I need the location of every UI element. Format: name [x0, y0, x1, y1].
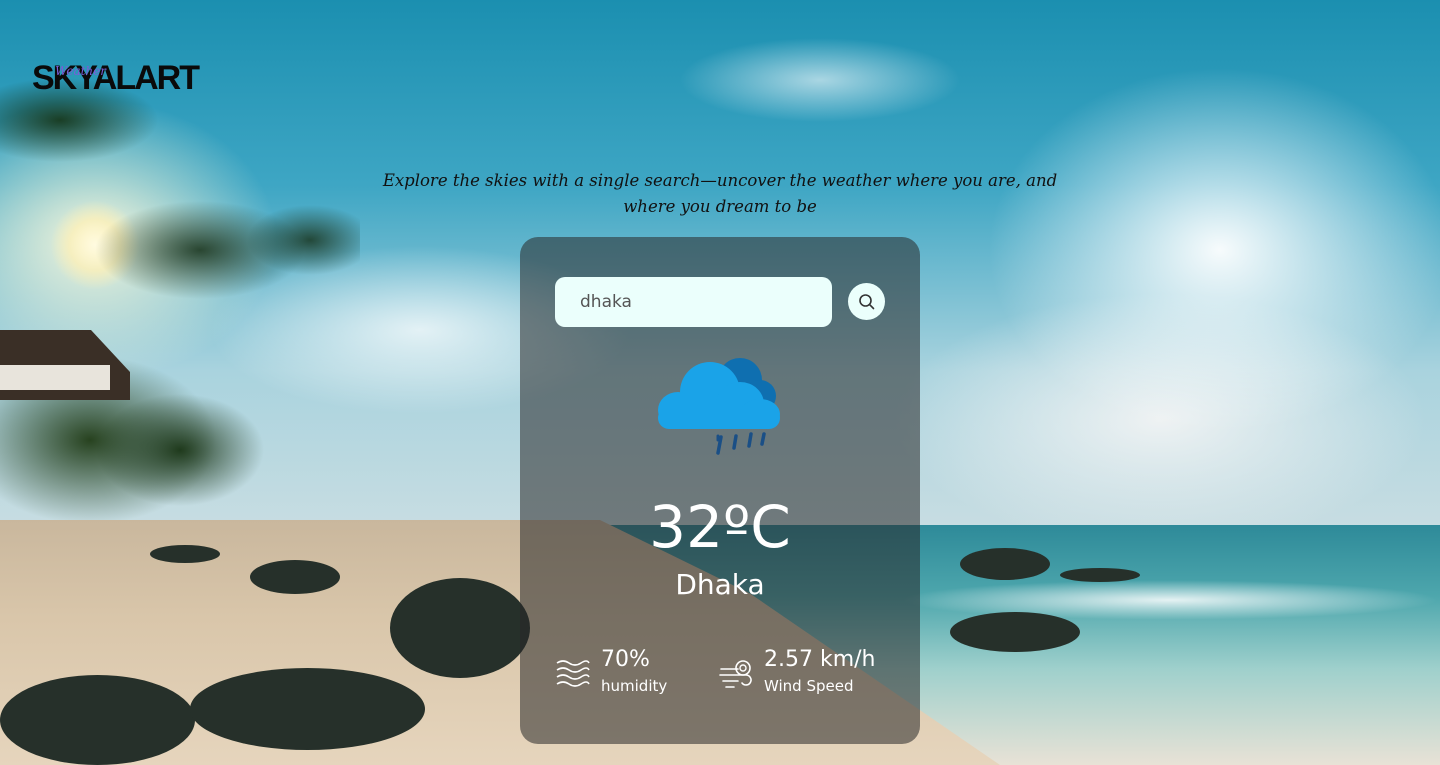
search-icon	[858, 293, 874, 309]
rock	[390, 578, 530, 678]
rock	[0, 675, 195, 765]
weather-card: 32ºC Dhaka 70% humidity 2.57 km/h Wind S…	[520, 237, 920, 744]
humidity-value: 70%	[601, 647, 650, 672]
rain-cloud-icon	[658, 358, 780, 455]
rock	[150, 545, 220, 563]
rock	[250, 560, 340, 594]
rock	[1060, 568, 1140, 582]
humidity-icon	[556, 660, 590, 687]
city-name: Dhaka	[675, 568, 765, 601]
humidity-detail: 70% humidity	[555, 645, 667, 697]
beach-hut-wall	[0, 365, 110, 390]
logo-subtitle: Weather	[55, 64, 106, 78]
rock	[960, 548, 1050, 580]
temperature: 32ºC	[649, 493, 791, 561]
rock	[950, 612, 1080, 652]
wind-detail: 2.57 km/h Wind Speed	[718, 645, 876, 697]
rock	[190, 668, 425, 750]
wind-value: 2.57 km/h	[764, 647, 876, 672]
search-button[interactable]	[848, 283, 885, 320]
wind-icon	[719, 660, 752, 688]
search-input[interactable]	[555, 277, 832, 327]
humidity-label: humidity	[601, 677, 668, 695]
tagline: Explore the skies with a single search—u…	[382, 171, 1058, 216]
wind-label: Wind Speed	[764, 677, 854, 695]
